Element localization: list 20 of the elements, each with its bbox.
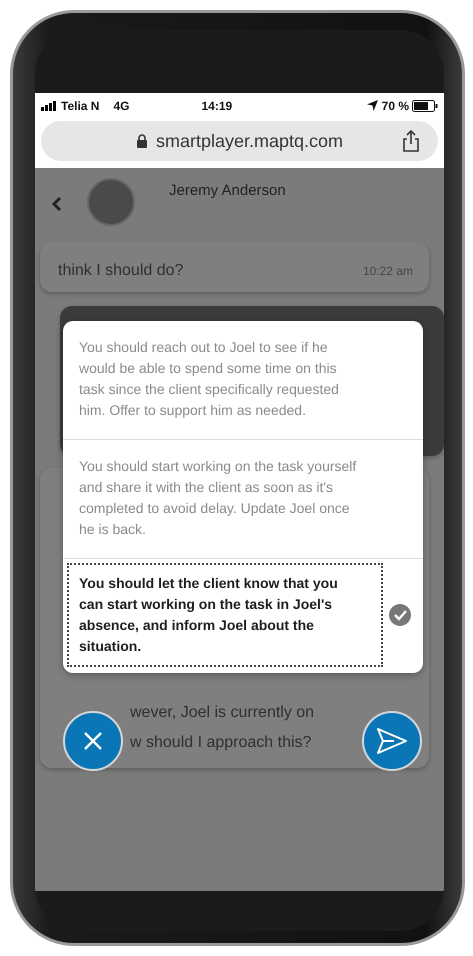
check-icon: [389, 604, 411, 626]
message-text: wever, Joel is currently on: [130, 703, 314, 723]
send-icon: [376, 727, 408, 755]
message-time: 10:22 am: [362, 263, 413, 280]
lock-icon: [136, 134, 148, 148]
address-bar[interactable]: smartplayer.maptq.com: [41, 121, 438, 161]
battery-text: 70 %: [382, 98, 409, 112]
network-text: 4G: [113, 98, 130, 112]
carrier-text: Telia N: [61, 98, 100, 112]
contact-name: Jeremy Anderson: [169, 182, 286, 199]
location-arrow-icon: [366, 100, 378, 111]
message-text: w should I approach this?: [130, 733, 312, 753]
share-icon[interactable]: [402, 129, 420, 153]
clock-text: 14:19: [201, 98, 232, 112]
message-text: think I should do?: [58, 261, 184, 281]
close-icon: [83, 731, 103, 751]
avatar: [87, 178, 135, 226]
signal-icon: [41, 100, 59, 110]
battery-icon: [412, 100, 438, 112]
back-icon[interactable]: [51, 196, 63, 212]
